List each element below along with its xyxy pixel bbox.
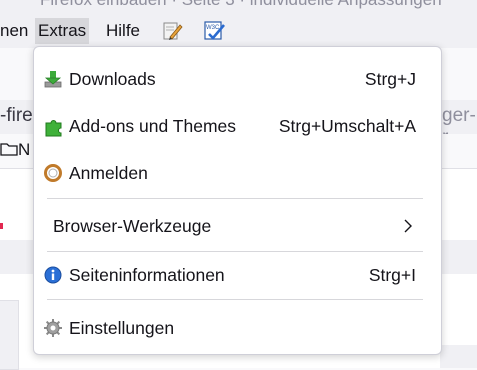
edit-icon[interactable] [161,20,183,42]
menu-item-seiteninformationen[interactable]: Seiteninformationen Strg+I [40,258,435,292]
menubar-item-hilfe[interactable]: Hilfe [103,18,143,44]
menu-item-anmelden[interactable]: Anmelden [40,156,435,190]
menu-item-downloads[interactable]: Downloads Strg+J [40,62,435,96]
bookmark-folder[interactable]: N [0,140,30,160]
menu-item-label: Seiteninformationen [69,265,225,285]
window-title-text: Firefox einbauen · Seite 3 · individuell… [40,0,442,10]
menubar: nen Extras Hilfe W3C [0,12,477,48]
sync-icon [43,163,63,183]
window-title: Firefox einbauen · Seite 3 · individuell… [0,0,477,12]
menu-item-browser-werkzeuge[interactable]: Browser-Werkzeuge [40,209,435,243]
bookmark-folder-label: N [18,140,31,159]
menu-item-shortcut: Strg+J [364,69,416,89]
chevron-right-icon [402,218,414,234]
menu-item-label: Add-ons und Themes [69,116,237,136]
menu-item-addons[interactable]: Add-ons und Themes Strg+Umschalt+A [40,109,435,143]
puzzle-icon [43,116,63,137]
menu-item-shortcut: Strg+Umschalt+A [278,116,416,136]
menu-item-label: Anmelden [69,163,148,183]
gear-icon [43,318,63,338]
menu-separator [47,251,423,252]
menu-item-shortcut: Strg+I [368,265,416,285]
accent-mark [0,223,3,229]
menu-separator [47,198,423,199]
svg-text:W3C: W3C [206,25,220,31]
menubar-item-extras[interactable]: Extras [35,18,90,44]
content-box-left [0,300,19,370]
menu-item-einstellungen[interactable]: Einstellungen [40,311,435,345]
background-tab-text: -fire [0,105,33,126]
menu-item-label: Downloads [69,69,156,89]
info-icon [43,265,63,285]
folder-icon [0,143,18,156]
w3c-validator-icon[interactable]: W3C [203,20,225,42]
menu-item-label: Browser-Werkzeuge [53,216,212,236]
menu-separator [47,299,423,300]
download-icon [43,69,63,89]
extras-menu: Downloads Strg+J Add-ons und Themes Strg… [33,46,442,355]
menubar-item-partial[interactable]: nen [0,18,31,44]
content-box-right [440,345,477,368]
menu-item-label: Einstellungen [69,318,175,338]
